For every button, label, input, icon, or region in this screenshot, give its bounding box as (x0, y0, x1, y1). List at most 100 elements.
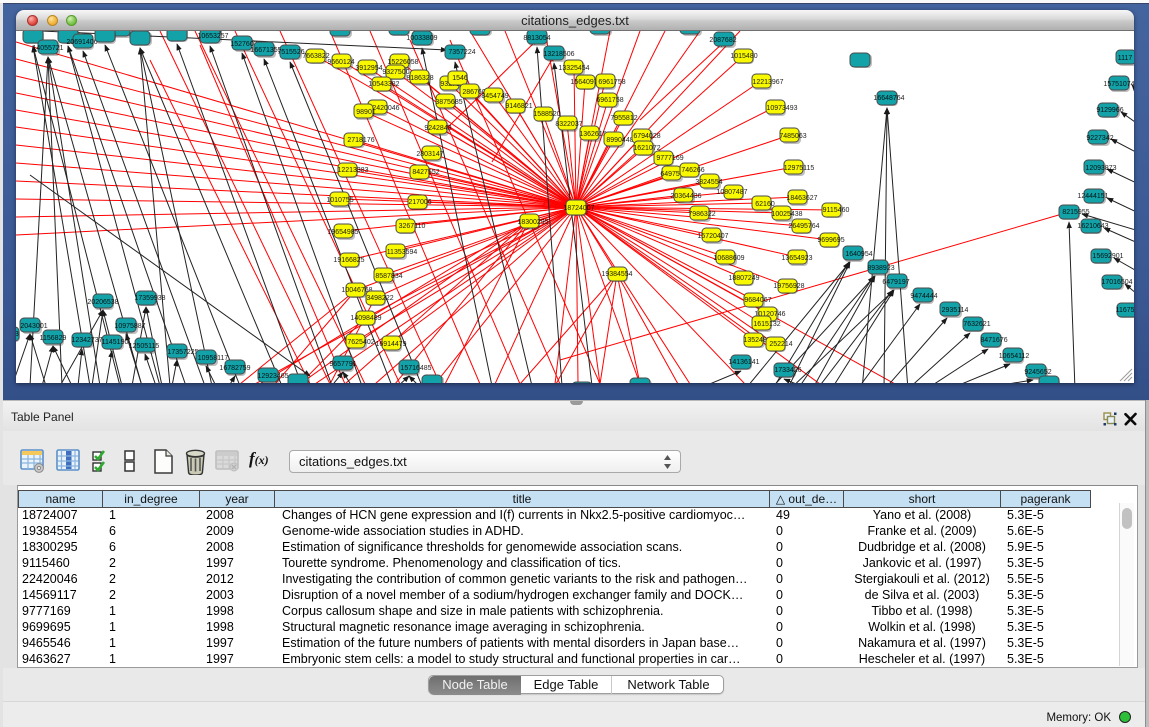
svg-text:7625402: 7625402 (347, 339, 374, 346)
svg-text:7663822: 7663822 (302, 53, 329, 60)
svg-text:2043001: 2043001 (20, 323, 47, 330)
svg-text:26495764: 26495764 (788, 223, 819, 230)
svg-text:18300295: 18300295 (517, 219, 548, 226)
svg-text:16648764: 16648764 (873, 95, 904, 102)
svg-text:9242843: 9242843 (424, 125, 451, 132)
svg-text:14136141: 14136141 (728, 359, 759, 366)
svg-text:8938923: 8938923 (867, 265, 894, 272)
svg-text:217006: 217006 (408, 199, 431, 206)
svg-text:2718176: 2718176 (347, 137, 374, 144)
svg-text:62160: 62160 (755, 201, 775, 208)
svg-text:10653257: 10653257 (197, 33, 228, 40)
svg-text:746266: 746266 (681, 167, 704, 174)
svg-text:3912954: 3912954 (355, 65, 382, 72)
svg-text:13218506: 13218506 (543, 51, 574, 58)
svg-text:7986322: 7986322 (688, 211, 715, 218)
svg-text:8587834: 8587834 (375, 273, 402, 280)
svg-text:9115460: 9115460 (823, 207, 850, 214)
svg-text:8186328: 8186328 (406, 75, 433, 82)
svg-text:8471676: 8471676 (980, 337, 1007, 344)
svg-text:7955812: 7955812 (610, 115, 637, 122)
svg-text:8813054: 8813054 (523, 35, 550, 42)
svg-text:19384554: 19384554 (601, 271, 632, 278)
svg-text:15751074: 15751074 (1103, 81, 1134, 88)
svg-text:1546: 1546 (452, 75, 468, 82)
svg-text:12213383: 12213383 (337, 167, 368, 174)
svg-text:9146821: 9146821 (505, 103, 532, 110)
svg-text:9657791: 9657791 (329, 361, 356, 368)
svg-text:20691406: 20691406 (66, 39, 97, 46)
svg-text:3498222: 3498222 (366, 295, 393, 302)
svg-text:17357225: 17357225 (167, 349, 198, 356)
svg-text:7357224: 7357224 (448, 49, 475, 56)
svg-text:10654112: 10654112 (999, 353, 1030, 360)
svg-text:1156829: 1156829 (40, 335, 67, 342)
svg-text:17359938: 17359938 (134, 295, 165, 302)
svg-text:18724007: 18724007 (563, 205, 594, 212)
svg-text:1015480: 1015480 (730, 53, 757, 60)
svg-text:20364436: 20364436 (670, 193, 701, 200)
svg-text:18463627: 18463627 (786, 195, 817, 202)
svg-text:6961758: 6961758 (598, 79, 625, 86)
svg-text:9227342: 9227342 (1086, 135, 1113, 142)
svg-text:16914479: 16914479 (375, 341, 406, 348)
svg-text:9699695: 9699695 (817, 237, 844, 244)
svg-text:12975115: 12975115 (784, 165, 815, 172)
svg-text:13325454: 13325454 (558, 65, 589, 72)
svg-text:1167539: 1167539 (1116, 307, 1134, 314)
svg-text:1145190: 1145190 (102, 339, 129, 346)
svg-text:12213967: 12213967 (752, 79, 783, 86)
svg-text:7515526: 7515526 (277, 49, 304, 56)
svg-text:12444151: 12444151 (1077, 193, 1108, 200)
svg-text:15692901: 15692901 (1092, 253, 1123, 260)
svg-text:9684067: 9684067 (744, 297, 771, 304)
svg-text:12505115: 12505115 (129, 343, 160, 350)
svg-text:10975887: 10975887 (114, 323, 145, 330)
svg-text:16210643: 16210643 (1077, 223, 1108, 230)
svg-text:10025438: 10025438 (771, 211, 802, 218)
svg-text:8322037: 8322037 (555, 121, 582, 128)
svg-text:1117: 1117 (1118, 55, 1133, 62)
svg-text:12923465: 12923465 (257, 373, 288, 380)
svg-text:10543382: 10543382 (368, 81, 399, 88)
svg-text:1733426: 1733426 (774, 367, 801, 374)
svg-text:9474444: 9474444 (910, 293, 937, 300)
svg-text:17016504: 17016504 (1101, 279, 1132, 286)
svg-text:2803147: 2803147 (416, 151, 443, 158)
svg-text:7485063: 7485063 (779, 133, 806, 140)
svg-text:10688609: 10688609 (713, 255, 744, 262)
svg-text:1588520: 1588520 (533, 111, 560, 118)
svg-text:15716485: 15716485 (400, 365, 431, 372)
svg-text:98901: 98901 (356, 109, 376, 116)
svg-text:6794028: 6794028 (633, 133, 660, 140)
svg-text:10958117: 10958117 (198, 355, 229, 362)
svg-text:10033809: 10033809 (406, 35, 437, 42)
svg-text:19166825: 19166825 (333, 257, 364, 264)
svg-text:1615132: 1615132 (753, 321, 780, 328)
svg-text:9777169: 9777169 (656, 155, 683, 162)
svg-text:12342737: 12342737 (71, 337, 102, 344)
svg-text:3875685: 3875685 (435, 99, 462, 106)
svg-text:3824554: 3824554 (695, 179, 722, 186)
svg-text:18807249: 18807249 (728, 275, 759, 282)
svg-text:9129966: 9129966 (1096, 107, 1123, 114)
svg-text:2087682: 2087682 (709, 37, 736, 44)
svg-text:12093873: 12093873 (1085, 165, 1116, 172)
svg-text:9245652: 9245652 (1024, 369, 1051, 376)
svg-text:15720407: 15720407 (697, 233, 728, 240)
svg-text:20206538: 20206538 (87, 299, 118, 306)
svg-text:8427552: 8427552 (412, 169, 439, 176)
svg-text:1362615: 1362615 (579, 131, 606, 138)
svg-text:39193: 39193 (16, 331, 19, 338)
svg-text:2935114: 2935114 (942, 307, 969, 314)
svg-text:8215955: 8215955 (1062, 209, 1089, 216)
svg-text:14098489: 14098489 (350, 315, 381, 322)
svg-text:9660124: 9660124 (327, 59, 354, 66)
svg-text:11353594: 11353594 (387, 249, 418, 256)
svg-text:10807487: 10807487 (716, 189, 747, 196)
svg-text:16782759: 16782759 (219, 365, 250, 372)
svg-text:7632621: 7632621 (963, 321, 990, 328)
svg-text:19654985: 19654985 (327, 229, 358, 236)
svg-text:8990448: 8990448 (606, 137, 633, 144)
svg-text:252214: 252214 (769, 341, 792, 348)
